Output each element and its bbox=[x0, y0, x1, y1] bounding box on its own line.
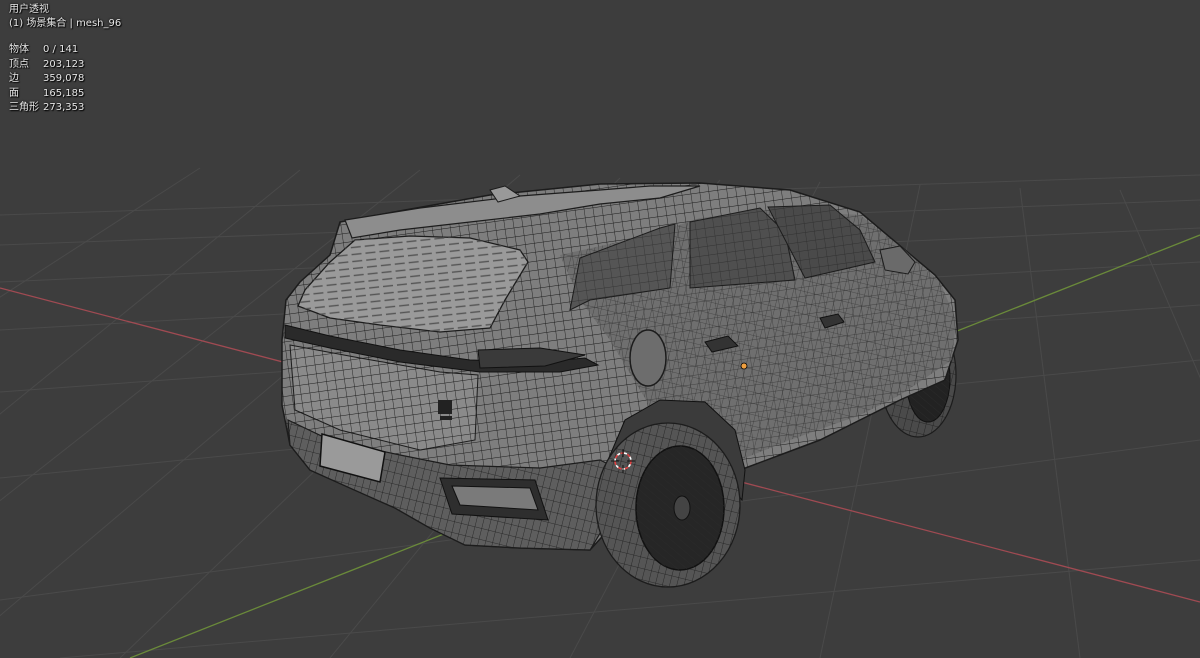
stat-value: 165,185 bbox=[43, 87, 85, 99]
stat-row: 边 359,078 bbox=[9, 72, 84, 87]
3d-viewport[interactable]: 用户透视 (1) 场景集合 | mesh_96 物体 0 / 141 顶点 20… bbox=[0, 0, 1200, 658]
stat-row: 顶点 203,123 bbox=[9, 58, 84, 73]
stat-value: 0 / 141 bbox=[43, 44, 79, 55]
stat-label: 三角形 bbox=[9, 102, 39, 113]
object-origin-dot bbox=[740, 362, 748, 370]
stat-label: 物体 bbox=[9, 44, 29, 55]
car-mesh[interactable] bbox=[281, 182, 959, 588]
stat-row: 面 165,185 bbox=[9, 87, 84, 102]
stat-value: 273,353 bbox=[43, 102, 85, 113]
stat-label: 面 bbox=[9, 87, 19, 99]
view-name-label: 用户透视 bbox=[9, 4, 49, 15]
viewport-info-overlay: 用户透视 (1) 场景集合 | mesh_96 物体 0 / 141 顶点 20… bbox=[9, 3, 121, 116]
stat-row: 三角形 273,353 bbox=[9, 101, 84, 116]
stat-row: 物体 0 / 141 bbox=[9, 43, 84, 58]
collection-label: (1) 场景集合 | mesh_96 bbox=[9, 18, 122, 29]
stat-value: 359,078 bbox=[43, 73, 85, 84]
scene-statistics: 物体 0 / 141 顶点 203,123 边 359,078 面 165,18… bbox=[9, 43, 84, 116]
stat-label: 顶点 bbox=[9, 58, 29, 70]
scene-canvas[interactable] bbox=[0, 0, 1200, 658]
stat-value: 203,123 bbox=[43, 58, 85, 70]
stat-label: 边 bbox=[9, 73, 19, 84]
